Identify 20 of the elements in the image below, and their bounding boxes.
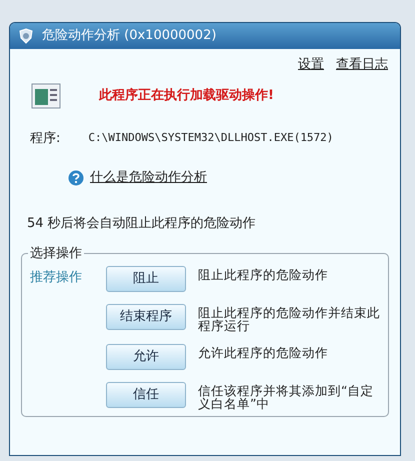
window-title: 危险动作分析 (0x10000002): [42, 27, 216, 46]
action-description: 允许此程序的危险动作: [198, 344, 328, 359]
program-label: 程序:: [30, 130, 60, 148]
help-icon: [68, 170, 84, 186]
action-button[interactable]: 信任: [106, 382, 186, 408]
help-link[interactable]: 什么是危险动作分析: [90, 168, 207, 188]
program-window-icon: [31, 82, 61, 108]
recommended-label: 推荐操作: [30, 270, 82, 285]
header-link[interactable]: 查看日志: [336, 55, 388, 74]
shield-icon: [18, 28, 34, 44]
action-description: 阻止此程序的危险动作: [198, 266, 328, 281]
action-button[interactable]: 阻止: [106, 266, 186, 292]
action-button[interactable]: 允许: [106, 344, 186, 370]
header-link[interactable]: 设置: [298, 55, 324, 74]
action-button[interactable]: 结束程序: [106, 304, 186, 330]
action-description: 阻止此程序的危险动作并结束此程序运行: [198, 304, 380, 332]
program-path: C:\WINDOWS\SYSTEM32\DLLHOST.EXE(1572): [88, 130, 334, 146]
countdown-text: 54 秒后将会自动阻止此程序的危险动作: [26, 214, 257, 232]
action-description: 信任该程序并将其添加到“自定义白名单”中: [198, 382, 374, 410]
warning-message: 此程序正在执行加载驱动操作!: [99, 86, 274, 105]
